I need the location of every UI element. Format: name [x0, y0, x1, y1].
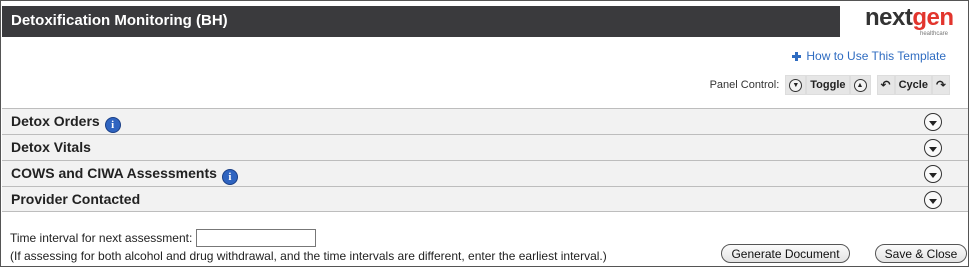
interval-input[interactable]	[196, 229, 317, 247]
section-list: Detox Orders i Detox Vitals COWS and CIWA…	[2, 108, 968, 212]
chevron-down-icon[interactable]	[924, 113, 942, 131]
logo-word-next: next	[865, 4, 913, 31]
generate-document-button[interactable]: Generate Document	[721, 244, 850, 263]
panel-control: Panel Control: ▼ Toggle ▲ ↶ Cycle ↷	[710, 75, 950, 95]
logo-word-gen: gen	[912, 4, 954, 31]
info-icon[interactable]: i	[104, 117, 121, 133]
undo-arrow-icon: ↶	[880, 78, 891, 92]
section-label: COWS and CIWA Assessments i	[11, 165, 238, 185]
section-label: Provider Contacted	[11, 191, 141, 207]
section-label: Detox Orders i	[11, 113, 121, 133]
how-to-use-label: How to Use This Template	[806, 49, 946, 63]
interval-label: Time interval for next assessment:	[10, 231, 193, 245]
expand-all-button[interactable]: ▼	[785, 75, 807, 95]
logo-wordmark: nextgen	[865, 4, 954, 32]
page-title: Detoxification Monitoring (BH)	[11, 12, 228, 29]
header-bar: Detoxification Monitoring (BH)	[2, 6, 840, 37]
logo-subtitle: healthcare	[920, 31, 949, 37]
chevron-up-icon: ▲	[853, 78, 867, 92]
section-label: Detox Vitals	[11, 139, 91, 155]
chevron-down-icon[interactable]	[924, 139, 942, 157]
chevron-down-icon[interactable]	[924, 191, 942, 209]
cycle-forward-button[interactable]: ↷	[931, 75, 950, 95]
cycle-back-button[interactable]: ↶	[876, 75, 895, 95]
how-to-use-link[interactable]: How to Use This Template	[792, 49, 946, 63]
template-window: Detoxification Monitoring (BH) nextgen h…	[0, 0, 969, 267]
section-detox-orders[interactable]: Detox Orders i	[2, 108, 968, 134]
cycle-button[interactable]: Cycle	[894, 75, 932, 95]
interval-note: (If assessing for both alcohol and drug …	[10, 249, 607, 263]
save-close-button[interactable]: Save & Close	[875, 244, 967, 263]
interval-row: Time interval for next assessment:	[10, 229, 317, 247]
panel-control-label: Panel Control:	[709, 79, 780, 91]
collapse-all-button[interactable]: ▲	[849, 75, 871, 95]
chevron-down-icon[interactable]	[924, 165, 942, 183]
plus-icon	[792, 51, 802, 61]
toggle-button[interactable]: Toggle	[806, 75, 850, 95]
section-provider-contacted[interactable]: Provider Contacted	[2, 186, 968, 212]
section-detox-vitals[interactable]: Detox Vitals	[2, 134, 968, 160]
nextgen-logo: nextgen healthcare	[850, 4, 960, 40]
redo-arrow-icon: ↷	[935, 78, 946, 92]
section-cows-ciwa[interactable]: COWS and CIWA Assessments i	[2, 160, 968, 186]
info-icon[interactable]: i	[221, 169, 238, 185]
chevron-down-icon: ▼	[789, 78, 803, 92]
